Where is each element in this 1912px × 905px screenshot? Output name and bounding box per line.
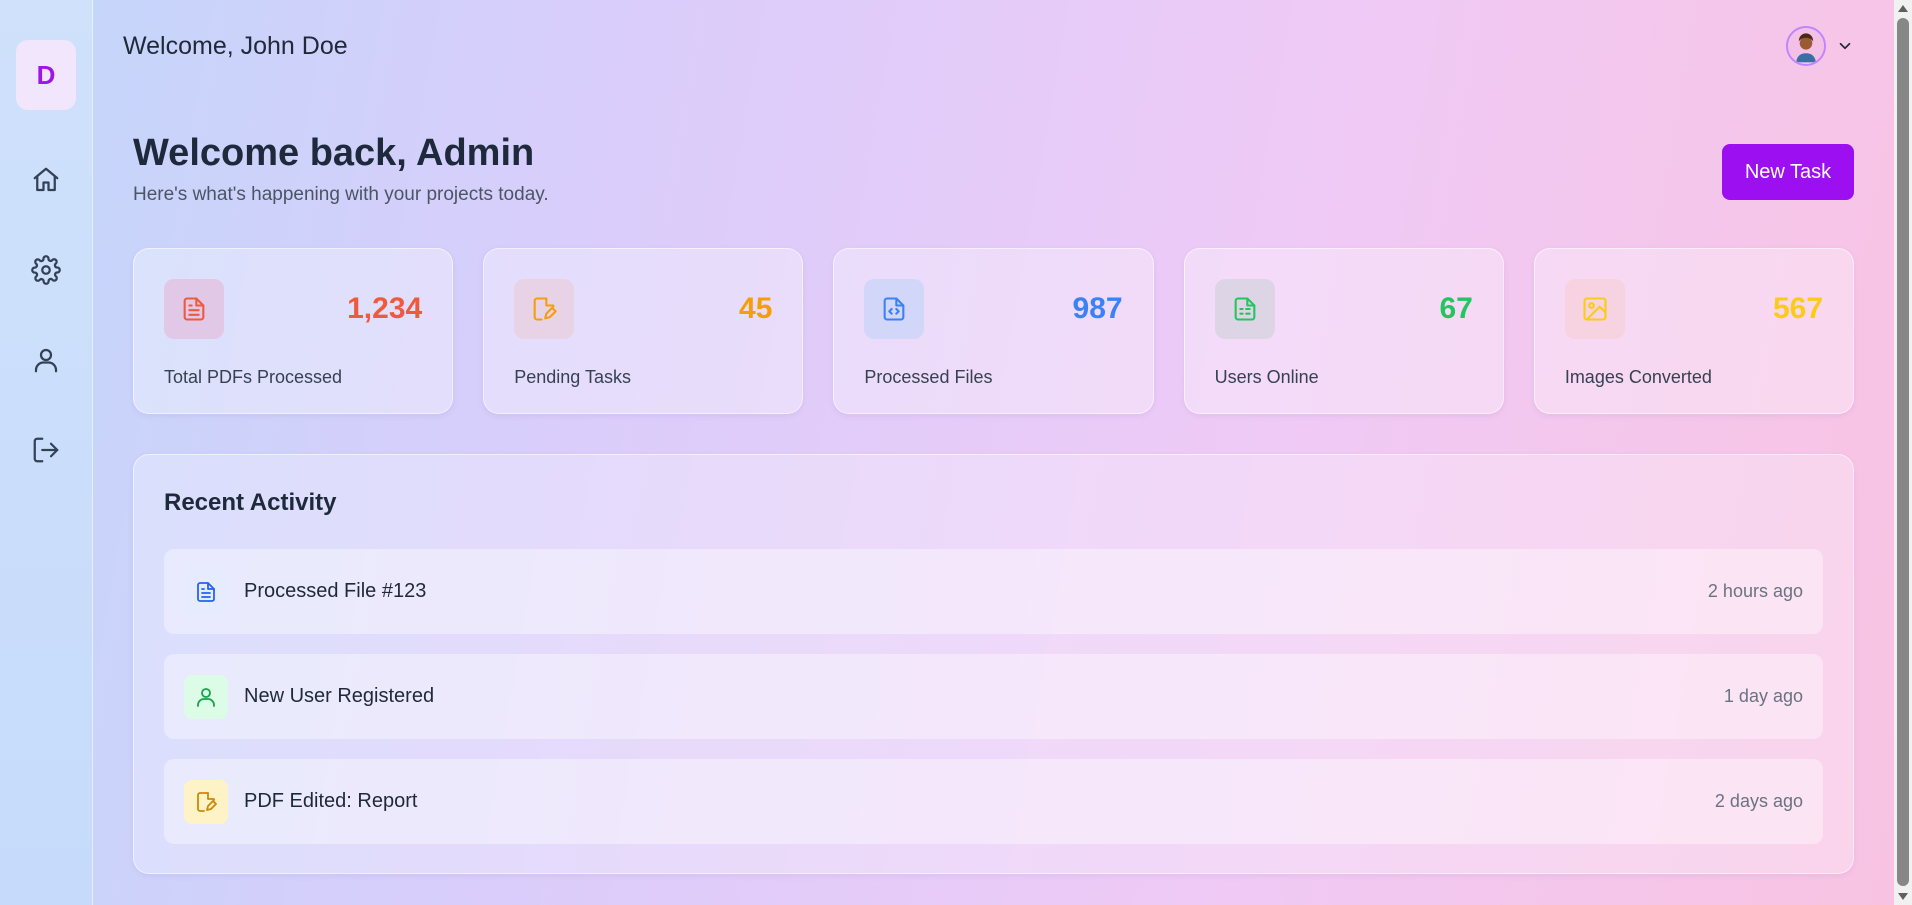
stats-row: 1,234 Total PDFs Processed 45 Pending Ta… — [133, 248, 1855, 414]
recent-activity-title: Recent Activity — [164, 489, 337, 516]
hero: Welcome back, Admin Here's what's happen… — [133, 134, 1854, 206]
page-title: Welcome back, Admin — [133, 132, 535, 174]
file-edit-icon — [514, 279, 575, 339]
recent-activity-panel: Recent Activity Processed File #123 2 ho… — [133, 454, 1854, 874]
vertical-scrollbar[interactable] — [1894, 0, 1912, 905]
stat-value: 987 — [1072, 292, 1123, 325]
spreadsheet-file-icon — [1214, 279, 1275, 339]
scrollbar-thumb[interactable] — [1897, 18, 1909, 886]
activity-item[interactable]: PDF Edited: Report 2 days ago — [164, 759, 1823, 844]
stat-card-pending[interactable]: 45 Pending Tasks — [483, 248, 804, 414]
top-bar: Welcome, John Doe — [93, 0, 1894, 92]
file-edit-icon — [184, 779, 228, 824]
new-task-button[interactable]: New Task — [1722, 144, 1854, 200]
stat-label: Images Converted — [1564, 367, 1712, 387]
gear-icon[interactable] — [24, 248, 68, 292]
user-menu[interactable] — [1786, 26, 1854, 66]
stat-card-pdfs[interactable]: 1,234 Total PDFs Processed — [133, 248, 454, 414]
stat-label: Pending Tasks — [514, 367, 631, 387]
stat-card-files[interactable]: 987 Processed Files — [833, 248, 1154, 414]
home-icon[interactable] — [24, 158, 68, 202]
chevron-down-icon[interactable] — [1836, 37, 1854, 55]
hero-text: Welcome back, Admin Here's what's happen… — [133, 134, 549, 206]
page-subtitle: Here's what's happening with your projec… — [133, 184, 549, 205]
activity-title: PDF Edited: Report — [244, 790, 418, 812]
sidebar: D — [0, 0, 93, 905]
activity-time: 2 hours ago — [1707, 581, 1803, 601]
user-icon[interactable] — [24, 338, 68, 382]
stat-value: 45 — [739, 292, 773, 325]
activity-time: 1 day ago — [1723, 686, 1803, 706]
image-icon — [1564, 279, 1625, 339]
stat-card-users[interactable]: 67 Users Online — [1183, 248, 1504, 414]
scroll-up-arrow-icon[interactable] — [1898, 5, 1908, 12]
user-greeting: Welcome, John Doe — [123, 31, 348, 60]
pdf-file-icon — [164, 279, 224, 339]
stat-label: Processed Files — [864, 367, 993, 387]
main-content: Welcome back, Admin Here's what's happen… — [133, 92, 1855, 874]
stat-value: 67 — [1439, 292, 1473, 325]
avatar[interactable] — [1786, 26, 1826, 66]
activity-list: Processed File #123 2 hours ago New User… — [164, 549, 1823, 844]
activity-item[interactable]: Processed File #123 2 hours ago — [164, 549, 1823, 634]
user-icon — [184, 674, 228, 719]
code-file-icon — [864, 279, 925, 339]
stat-label: Total PDFs Processed — [164, 367, 343, 387]
activity-item[interactable]: New User Registered 1 day ago — [164, 654, 1823, 739]
document-icon — [184, 569, 228, 614]
logout-icon[interactable] — [24, 428, 68, 472]
scroll-down-arrow-icon[interactable] — [1898, 893, 1908, 900]
activity-time: 2 days ago — [1714, 791, 1803, 811]
stat-card-images[interactable]: 567 Images Converted — [1533, 248, 1855, 414]
stat-label: Users Online — [1214, 367, 1319, 387]
app-logo[interactable]: D — [16, 40, 76, 110]
stat-value: 1,234 — [347, 292, 423, 325]
activity-title: New User Registered — [244, 685, 435, 707]
stat-value: 567 — [1772, 292, 1824, 325]
activity-title: Processed File #123 — [244, 580, 427, 602]
